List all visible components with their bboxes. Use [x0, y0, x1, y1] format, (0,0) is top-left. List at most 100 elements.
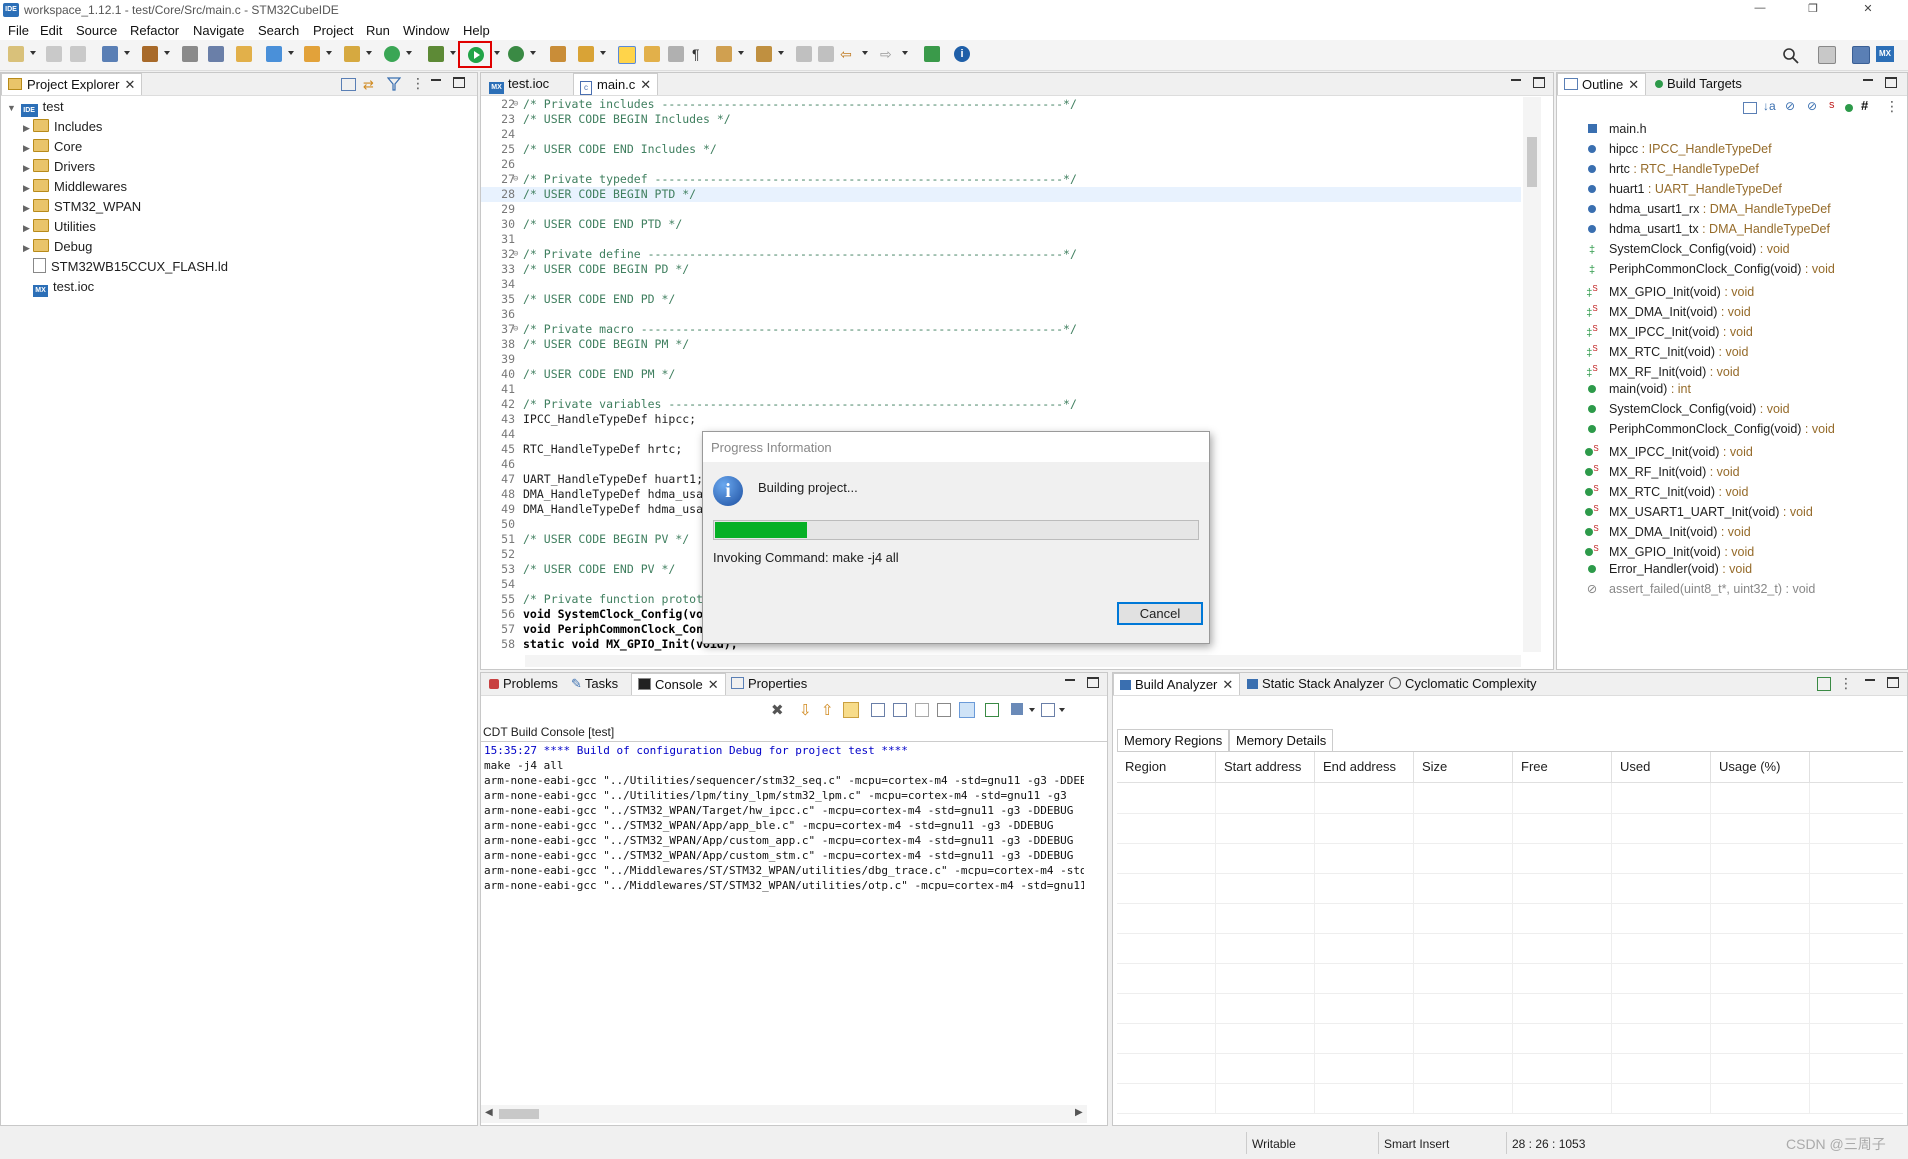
close-window-button[interactable]: ✕ — [1858, 2, 1878, 16]
maximize-icon[interactable] — [453, 77, 465, 88]
outline-item[interactable]: main.h — [1581, 119, 1901, 139]
view-menu-icon[interactable]: ⋮ — [411, 75, 425, 92]
minimize-icon[interactable] — [1511, 79, 1521, 81]
tab-problems[interactable]: Problems — [483, 673, 564, 694]
back-arrow-icon[interactable]: ⇦ — [840, 46, 852, 63]
device-config-perspective-icon[interactable]: MX — [1876, 46, 1894, 62]
debug-config-icon[interactable] — [208, 46, 224, 62]
tree-item[interactable]: ▶ Debug — [7, 237, 467, 257]
menu-search[interactable]: Search — [258, 23, 299, 38]
restore-button[interactable]: ❐ — [1803, 2, 1823, 16]
outline-item[interactable]: S MX_GPIO_Init(void) : void — [1581, 539, 1901, 559]
outline-item[interactable]: S MX_RF_Init(void) : void — [1581, 459, 1901, 479]
tree-item[interactable]: ▶ Drivers — [7, 157, 467, 177]
tab-console[interactable]: Console ✕ — [631, 673, 726, 695]
toggle-mark-occurrences-icon[interactable] — [618, 46, 636, 64]
next-annotation-icon[interactable] — [716, 46, 732, 62]
minimize-icon[interactable] — [1863, 79, 1873, 81]
prev-annotation-icon[interactable] — [756, 46, 772, 62]
console-horizontal-scrollbar[interactable]: ◀ ▶ — [481, 1105, 1087, 1123]
tree-root-test[interactable]: ▼ IDE test — [7, 97, 467, 117]
collapsed-arrow-icon[interactable]: ▶ — [23, 218, 33, 238]
outline-item[interactable]: huart1 : UART_HandleTypeDef — [1581, 179, 1901, 199]
word-wrap-icon[interactable] — [937, 703, 951, 717]
search-icon[interactable] — [1782, 47, 1800, 65]
menu-refactor[interactable]: Refactor — [130, 23, 179, 38]
show-whitespace-icon[interactable]: ¶ — [692, 46, 700, 62]
outline-item[interactable]: hrtc : RTC_HandleTypeDef — [1581, 159, 1901, 179]
search-tool-icon[interactable] — [578, 46, 594, 62]
outline-item[interactable]: S MX_DMA_Init(void) : void — [1581, 519, 1901, 539]
tab-memory-details[interactable]: Memory Details — [1229, 729, 1334, 751]
new-folder-icon[interactable] — [304, 46, 320, 62]
tab-build-analyzer[interactable]: Build Analyzer ✕ — [1113, 673, 1241, 695]
back-dropdown-icon[interactable] — [862, 51, 868, 55]
scroll-lock-icon[interactable] — [843, 702, 859, 718]
cancel-button[interactable]: Cancel — [1117, 602, 1203, 625]
save-all-icon[interactable] — [70, 46, 86, 62]
outline-item[interactable]: ‡S MX_RTC_Init(void) : void — [1581, 339, 1901, 359]
build-all-icon[interactable] — [182, 46, 198, 62]
new-dropdown-icon[interactable] — [30, 51, 36, 55]
last-edit-icon[interactable] — [796, 46, 812, 62]
new-project-dropdown-icon[interactable] — [288, 51, 294, 55]
tree-item[interactable]: ▶ Utilities — [7, 217, 467, 237]
expanded-arrow-icon[interactable]: ▼ — [7, 98, 17, 118]
menu-edit[interactable]: Edit — [40, 23, 62, 38]
minimize-icon[interactable] — [1865, 679, 1875, 681]
maximize-icon[interactable] — [1887, 677, 1899, 688]
maximize-icon[interactable] — [1533, 77, 1545, 88]
close-icon[interactable]: ✕ — [1222, 677, 1233, 692]
menu-window[interactable]: Window — [403, 23, 449, 38]
refresh-dropdown-icon[interactable] — [406, 51, 412, 55]
view-menu-icon[interactable]: ⋮ — [1839, 675, 1853, 692]
fold-icon[interactable]: ⊖ — [513, 172, 518, 187]
refresh-icon[interactable] — [384, 46, 400, 62]
new-project-icon[interactable] — [266, 46, 282, 62]
scrollbar-thumb[interactable] — [1527, 137, 1537, 187]
tab-build-targets[interactable]: Build Targets — [1649, 73, 1748, 94]
tab-outline[interactable]: Outline ✕ — [1557, 73, 1647, 95]
new-file-dropdown-icon[interactable] — [366, 51, 372, 55]
cpp-perspective-icon[interactable] — [1852, 46, 1870, 64]
copy-build-log-icon[interactable] — [871, 703, 885, 717]
outline-item[interactable]: ‡ SystemClock_Config(void) : void — [1581, 239, 1901, 259]
tree-item[interactable]: ▶ Includes — [7, 117, 467, 137]
collapsed-arrow-icon[interactable]: ▶ — [23, 118, 33, 138]
collapse-all-icon[interactable] — [1743, 102, 1757, 114]
build-config-icon[interactable] — [102, 46, 118, 62]
horizontal-scrollbar[interactable] — [525, 655, 1521, 667]
memory-regions-table[interactable]: Region Start address End address Size Fr… — [1117, 751, 1903, 1122]
debug-bug-icon[interactable] — [428, 46, 444, 62]
outline-item[interactable]: ‡S MX_IPCC_Init(void) : void — [1581, 319, 1901, 339]
run-dropdown-icon[interactable] — [494, 51, 500, 55]
scroll-down-icon[interactable]: ⇩ — [799, 701, 812, 719]
external-tools-dropdown-icon[interactable] — [530, 51, 536, 55]
collapsed-arrow-icon[interactable]: ▶ — [23, 178, 33, 198]
menu-navigate[interactable]: Navigate — [193, 23, 244, 38]
tree-item[interactable]: ▶ Middlewares — [7, 177, 467, 197]
forward-arrow-icon[interactable]: ⇨ — [880, 46, 892, 63]
console-output[interactable]: 15:35:27 **** Build of configuration Deb… — [484, 743, 1084, 1083]
collapse-all-icon[interactable] — [341, 78, 356, 91]
save-icon[interactable] — [46, 46, 62, 62]
outline-item[interactable]: S MX_IPCC_Init(void) : void — [1581, 439, 1901, 459]
tab-test-ioc[interactable]: MX test.ioc — [483, 73, 555, 94]
outline-item[interactable]: hdma_usart1_tx : DMA_HandleTypeDef — [1581, 219, 1901, 239]
tab-project-explorer[interactable]: Project Explorer ✕ — [1, 73, 143, 95]
build-dropdown-icon[interactable] — [164, 51, 170, 55]
outline-item[interactable]: ‡S MX_DMA_Init(void) : void — [1581, 299, 1901, 319]
tab-tasks[interactable]: ✎ Tasks — [565, 673, 624, 694]
outline-item[interactable]: ‡S MX_GPIO_Init(void) : void — [1581, 279, 1901, 299]
open-type-icon[interactable] — [550, 46, 566, 62]
tab-static-stack-analyzer[interactable]: Static Stack Analyzer — [1241, 673, 1390, 694]
outline-item[interactable]: hipcc : IPCC_HandleTypeDef — [1581, 139, 1901, 159]
tree-item[interactable]: STM32WB15CCUX_FLASH.ld — [7, 257, 467, 277]
hide-nonpublic-icon[interactable]: s — [1829, 99, 1835, 111]
vertical-scrollbar[interactable] — [1523, 97, 1541, 652]
outline-item[interactable]: Error_Handler(void) : void — [1581, 559, 1901, 579]
new-icon[interactable] — [8, 46, 24, 62]
fold-icon[interactable]: ⊖ — [513, 97, 518, 112]
pin-console-icon[interactable] — [985, 703, 999, 717]
tab-main-c[interactable]: c main.c ✕ — [573, 73, 659, 95]
